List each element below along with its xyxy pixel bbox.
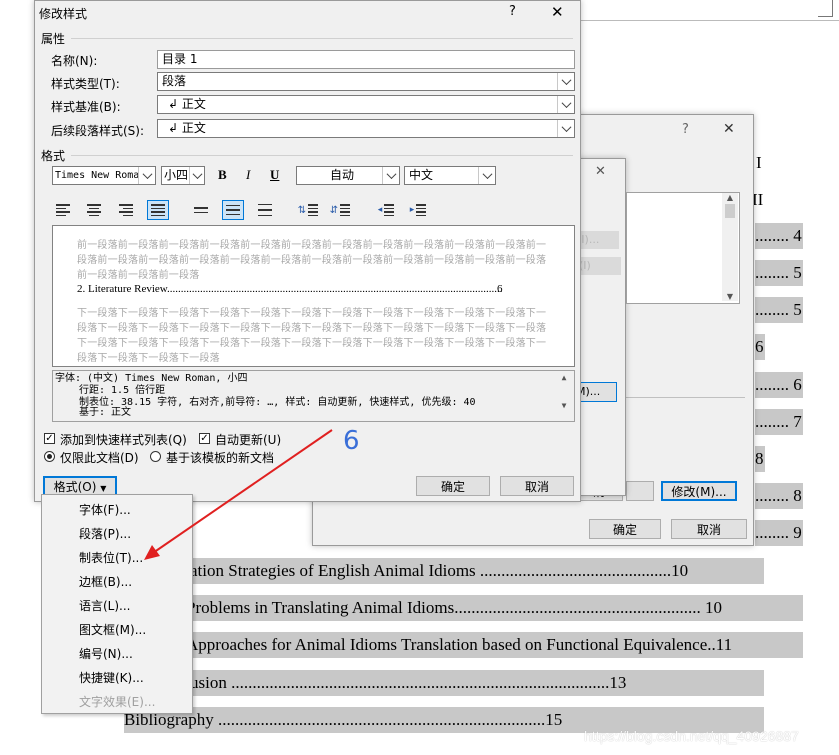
watermark: https://blog.csdn.net/qq_40926887 xyxy=(584,728,799,744)
annotation-arrow xyxy=(144,429,333,560)
